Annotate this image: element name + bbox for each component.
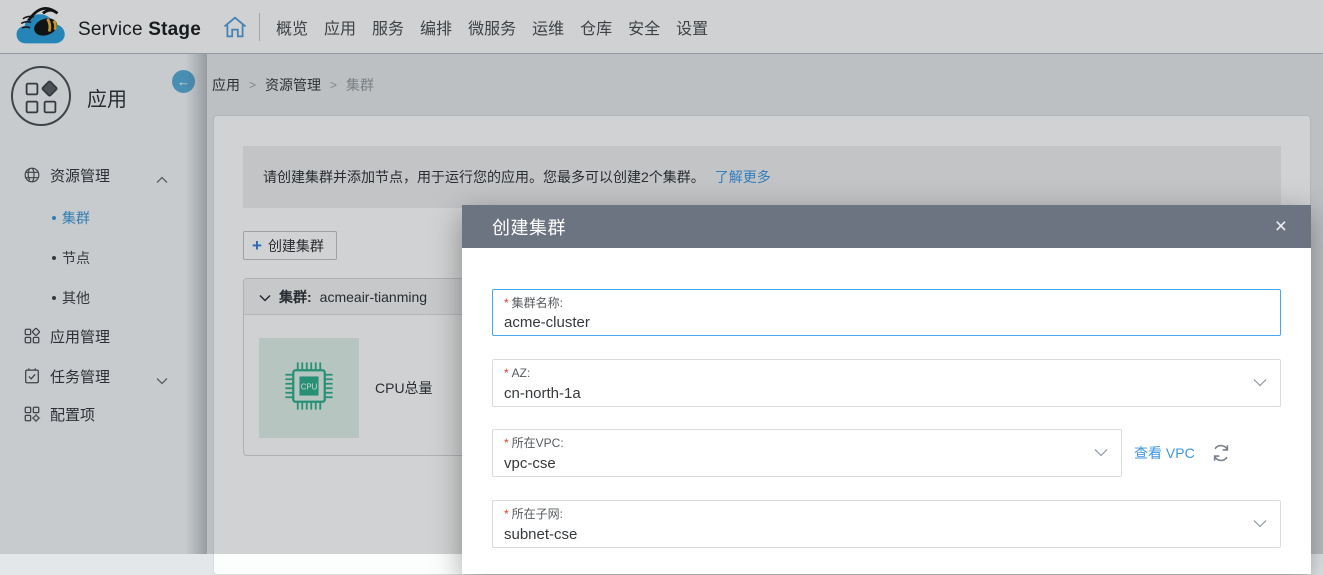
subnet-label: *所在子网: [504,507,1269,522]
subnet-select-field[interactable]: *所在子网: subnet-cse [492,500,1281,548]
required-asterisk: * [504,296,509,310]
vpc-selected-value: vpc-cse [504,454,1110,473]
required-asterisk: * [504,436,509,450]
cluster-name-input[interactable] [504,314,1238,331]
field-label-text: 集群名称: [512,296,563,310]
vpc-label: *所在VPC: [504,436,1110,451]
field-label-text: 所在VPC: [512,436,564,450]
refresh-icon[interactable] [1210,442,1232,464]
chevron-down-icon [1253,515,1267,533]
chevron-down-icon [1253,374,1267,392]
required-asterisk: * [504,507,509,521]
cluster-name-field[interactable]: *集群名称: [492,289,1281,336]
az-label: *AZ: [504,366,1269,381]
field-label-text: 所在子网: [512,507,563,521]
subnet-selected-value: subnet-cse [504,525,1269,544]
chevron-down-icon [1094,444,1108,462]
create-cluster-modal: 创建集群 × *集群名称: *AZ: cn-north-1a *所在VPC: v… [462,205,1311,574]
field-label-text: AZ: [512,366,531,380]
close-icon: × [1275,215,1287,239]
az-select-field[interactable]: *AZ: cn-north-1a [492,359,1281,407]
modal-close-button[interactable]: × [1271,205,1291,248]
az-selected-value: cn-north-1a [504,384,1269,403]
vpc-actions: 查看 VPC [1134,429,1232,477]
required-asterisk: * [504,366,509,380]
cluster-name-label: *集群名称: [504,296,1269,311]
vpc-select-field[interactable]: *所在VPC: vpc-cse [492,429,1122,477]
view-vpc-link[interactable]: 查看 VPC [1134,443,1195,463]
modal-header: 创建集群 [462,205,1311,248]
modal-title: 创建集群 [492,214,566,240]
